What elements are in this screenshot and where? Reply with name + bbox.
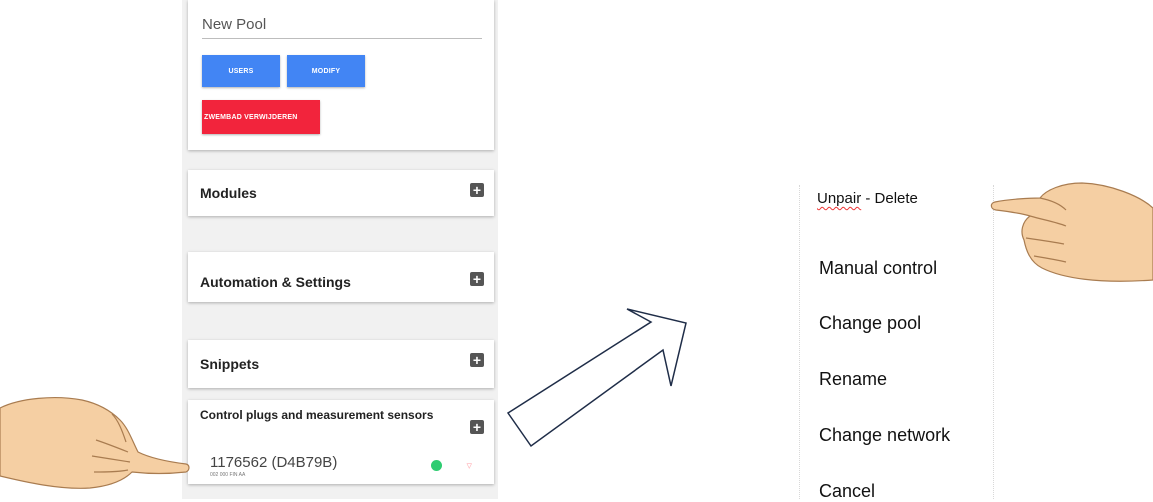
pointing-hand-icon xyxy=(990,182,1153,282)
